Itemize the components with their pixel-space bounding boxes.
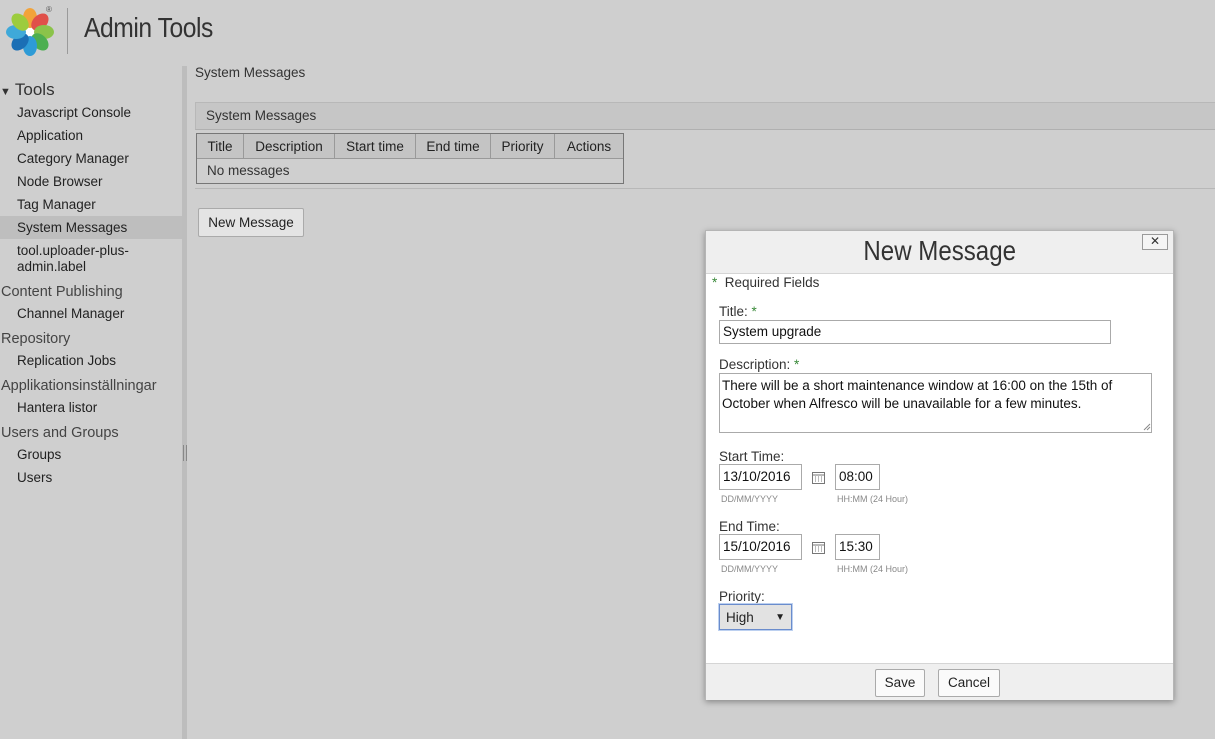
end-time-field[interactable]: 15:30 — [835, 534, 880, 560]
column-description[interactable]: Description — [244, 134, 335, 158]
calendar-icon[interactable] — [812, 541, 825, 554]
sidebar-group-applikationsinstallningar: Applikationsinställningar — [1, 378, 157, 394]
dialog-footer: Save Cancel — [706, 663, 1173, 700]
close-icon[interactable]: ✕ — [1142, 234, 1168, 250]
title-field[interactable]: System upgrade — [719, 320, 1111, 344]
sidebar-group-tools[interactable]: ▼ Tools — [0, 80, 55, 100]
sidebar-group-repository: Repository — [1, 331, 71, 347]
sidebar-item-uploader-plus[interactable]: tool.uploader-plus-admin.label — [17, 243, 147, 275]
dialog-title: New Message — [706, 235, 1173, 267]
sidebar-item-system-messages[interactable]: System Messages — [17, 220, 167, 236]
sidebar-item-channel-manager[interactable]: Channel Manager — [17, 306, 167, 322]
cancel-button[interactable]: Cancel — [938, 669, 1000, 697]
sidebar-item-groups[interactable]: Groups — [17, 447, 167, 463]
new-message-button[interactable]: New Message — [198, 208, 304, 237]
start-time-hint: HH:MM (24 Hour) — [837, 494, 909, 504]
app-header: ® Admin Tools — [0, 0, 1215, 66]
sidebar: ▼ Tools Javascript Console Application Ca… — [0, 78, 182, 739]
dialog-title-text: New Message — [863, 235, 1016, 266]
dropdown-arrow-icon: ▼ — [775, 612, 785, 623]
sidebar-item-node-browser[interactable]: Node Browser — [17, 174, 167, 190]
table-header: Title Description Start time End time Pr… — [197, 134, 623, 159]
end-date-hint: DD/MM/YYYY — [721, 564, 779, 574]
system-messages-panel: System Messages Title Description Start … — [195, 102, 1215, 189]
end-date-field[interactable]: 15/10/2016 — [719, 534, 802, 560]
description-label-text: Description: — [719, 357, 791, 372]
start-time-label: Start Time: — [719, 449, 785, 464]
save-button[interactable]: Save — [875, 669, 925, 697]
required-fields-note: * Required Fields — [712, 275, 819, 290]
description-label: Description: * — [719, 357, 799, 372]
priority-select[interactable]: High ▼ — [719, 604, 792, 630]
sidebar-group-content-publishing: Content Publishing — [1, 284, 123, 300]
alfresco-logo-icon[interactable] — [6, 8, 54, 56]
sidebar-splitter[interactable] — [182, 66, 187, 739]
splitter-grip-icon[interactable] — [183, 445, 187, 461]
required-star: * — [794, 357, 800, 372]
sidebar-item-users[interactable]: Users — [17, 470, 167, 486]
sidebar-item-category-manager[interactable]: Category Manager — [17, 151, 167, 167]
required-star: * — [751, 304, 757, 319]
priority-value: High — [726, 610, 754, 625]
start-date-field[interactable]: 13/10/2016 — [719, 464, 802, 490]
resize-grip-icon[interactable] — [1143, 423, 1151, 431]
start-date-hint: DD/MM/YYYY — [721, 494, 779, 504]
new-message-dialog: New Message ✕ * Required Fields Title: *… — [705, 230, 1174, 700]
start-time-field[interactable]: 08:00 — [835, 464, 880, 490]
title-label-text: Title: — [719, 304, 748, 319]
dialog-header: New Message ✕ — [706, 231, 1173, 274]
column-title[interactable]: Title — [197, 134, 244, 158]
breadcrumb: System Messages — [195, 65, 306, 80]
column-end-time[interactable]: End time — [416, 134, 491, 158]
sidebar-item-hantera-listor[interactable]: Hantera listor — [17, 400, 167, 416]
column-priority[interactable]: Priority — [491, 134, 555, 158]
title-label: Title: * — [719, 304, 757, 319]
required-star: * — [712, 275, 718, 290]
registered-mark: ® — [46, 5, 52, 14]
app-title: Admin Tools — [84, 12, 213, 43]
panel-title: System Messages — [206, 108, 317, 123]
end-time-hint: HH:MM (24 Hour) — [837, 564, 909, 574]
sidebar-item-tag-manager[interactable]: Tag Manager — [17, 197, 167, 213]
column-start-time[interactable]: Start time — [335, 134, 416, 158]
triangle-down-icon: ▼ — [0, 86, 11, 98]
header-divider — [67, 8, 68, 54]
sidebar-group-users-and-groups: Users and Groups — [1, 425, 119, 441]
sidebar-item-replication-jobs[interactable]: Replication Jobs — [17, 353, 167, 369]
empty-table-message: No messages — [207, 163, 290, 178]
end-time-label: End Time: — [719, 519, 780, 534]
sidebar-group-label: Tools — [14, 80, 55, 99]
messages-table: Title Description Start time End time Pr… — [196, 133, 624, 184]
sidebar-item-application[interactable]: Application — [17, 128, 167, 144]
calendar-icon[interactable] — [812, 471, 825, 484]
sidebar-item-javascript-console[interactable]: Javascript Console — [17, 105, 167, 121]
priority-label: Priority: — [719, 589, 765, 604]
panel-header: System Messages — [195, 103, 1215, 130]
column-actions[interactable]: Actions — [555, 134, 623, 158]
required-fields-text: Required Fields — [724, 275, 820, 290]
description-field[interactable]: There will be a short maintenance window… — [719, 373, 1152, 433]
